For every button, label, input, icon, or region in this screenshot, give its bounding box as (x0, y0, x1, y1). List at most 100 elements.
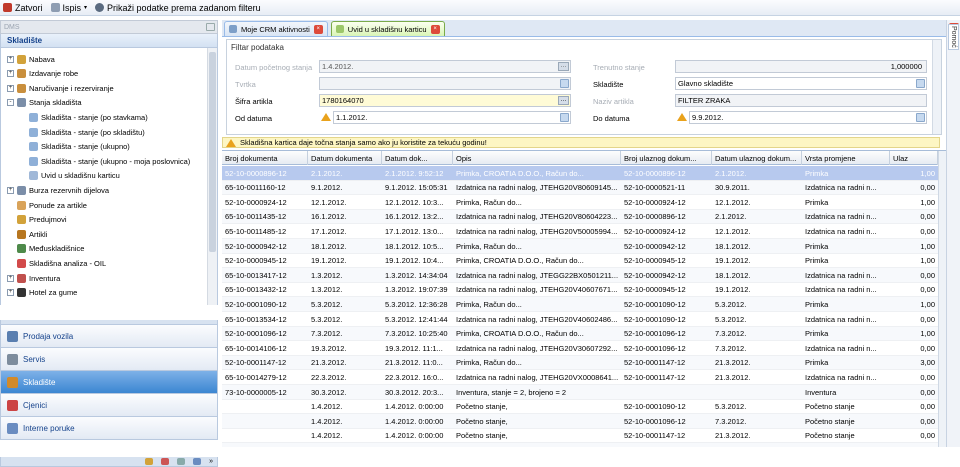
calendar-dropdown-icon[interactable] (560, 113, 569, 122)
nav-button[interactable]: Cjenici (0, 394, 218, 417)
column-header[interactable]: Opis (453, 151, 621, 165)
column-header[interactable]: Broj dokumenta (222, 151, 308, 165)
table-row[interactable]: 65-10-0011485-12 17.1.2012. 17.1.2012. 13:… (222, 224, 938, 239)
tab[interactable]: Uvid u skladišnu karticu × (330, 21, 445, 36)
table-cell: Izdatnica na radni n... (805, 226, 877, 236)
chevron-right-icon[interactable]: » (209, 458, 213, 465)
folder-icon[interactable] (145, 458, 154, 465)
lookup-button[interactable]: … (558, 96, 569, 105)
table-row[interactable]: 1.4.2012.1.4.2012. 0:00:00Početno stanje… (222, 429, 938, 444)
tree-item[interactable]: Predujmovi (7, 213, 67, 227)
tree-item[interactable]: Artikli (7, 227, 47, 241)
tree-item[interactable]: + Naručivanje i rezerviranje (7, 81, 114, 95)
table-row[interactable]: 52-10-0000942-12 18.1.2012. 18.1.2012. 10:… (222, 239, 938, 254)
table-row[interactable]: 52-10-0000924-12 12.1.2012. 12.1.2012. 10:… (222, 195, 938, 210)
help-tab[interactable]: Pomoć (948, 24, 959, 50)
sifra-artikla-input[interactable]: 1780164070 … (319, 94, 571, 107)
tree-item[interactable]: Ponude za artikle (7, 198, 87, 212)
table-cell: 18.1.2012. (311, 241, 347, 251)
print-button[interactable]: Ispis ▾ (50, 3, 87, 13)
table-cell: 1.4.2012. (311, 416, 343, 426)
table-row[interactable]: 65-10-0014279-12 22.3.2012. 22.3.2012. 16:… (222, 370, 938, 385)
table-row[interactable]: 65-10-0013417-12 1.3.2012. 1.3.2012. 14:34… (222, 268, 938, 283)
tree-item[interactable]: + Inventura (7, 271, 60, 285)
table-row[interactable]: 1.4.2012.1.4.2012. 0:00:00Početno stanje… (222, 400, 938, 415)
nav-button[interactable]: Servis (0, 348, 218, 371)
expand-icon[interactable]: + (7, 70, 14, 78)
close-button[interactable]: Zatvori (3, 3, 43, 13)
table-row[interactable]: 65-10-0011435-12 16.1.2012. 16.1.2012. 13:… (222, 209, 938, 225)
table-row[interactable]: 52-10-0001147-12 21.3.2012. 21.3.2012. 11:… (222, 355, 938, 371)
chevron-down-icon[interactable] (916, 79, 925, 88)
table-row[interactable]: 65-10-0013432-12 1.3.2012. 1.3.2012. 19:07… (222, 283, 938, 298)
tree-item[interactable]: + Izdavanje robe (7, 67, 78, 81)
tree-item[interactable]: Uvid u skladišnu karticu (29, 169, 120, 183)
column-header[interactable]: Datum dok... (382, 151, 453, 165)
pin-icon[interactable] (206, 23, 215, 31)
table-cell: 5.3.2012. 12:36:28 (385, 299, 448, 309)
report-icon[interactable] (177, 458, 186, 465)
ellipsis-button[interactable]: … (558, 62, 569, 71)
od-datuma-input[interactable]: 1.1.2012. (333, 111, 571, 124)
folder-icon (17, 215, 26, 225)
column-header[interactable]: Datum dokumenta (308, 151, 382, 165)
tree-item[interactable]: Međuskladišnice (7, 242, 84, 256)
table-row[interactable]: 52-10-0001090-12 5.3.2012. 5.3.2012. 12:36… (222, 297, 938, 312)
column-header[interactable]: Datum ulaznog dokum... (712, 151, 802, 165)
tree-item[interactable]: Skladišna analiza - OIL (7, 256, 106, 270)
expand-icon[interactable]: + (7, 186, 14, 194)
do-datuma-input[interactable]: 9.9.2012. (689, 111, 927, 124)
skladiste-select[interactable]: Glavno skladište (675, 77, 927, 90)
table-row[interactable]: 52-10-0001096-12 7.3.2012. 7.3.2012. 10:25… (222, 326, 938, 342)
tree-item[interactable]: Skladišta - stanje (po skladištu) (29, 125, 145, 139)
mail-icon[interactable] (193, 458, 202, 465)
table-cell: 21.3.2012. (311, 358, 347, 368)
expand-icon[interactable]: + (7, 84, 14, 92)
expand-icon[interactable]: + (7, 274, 14, 282)
table-cell: 1,00 (920, 168, 935, 178)
collapse-icon[interactable]: - (7, 99, 14, 107)
nav-button[interactable]: Prodaja vozila (0, 325, 218, 348)
nav-button[interactable]: Interne poruke (0, 417, 218, 440)
table-cell: Primka (805, 299, 829, 309)
close-icon[interactable]: × (313, 24, 323, 34)
scrollbar-thumb[interactable] (209, 52, 216, 252)
table-row[interactable]: 73-10-0000005-12 30.3.2012. 30.3.2012. 20:… (222, 385, 938, 400)
table-row[interactable]: 52-10-0000896-12 2.1.2012. 2.1.2012. 9:52:… (222, 166, 938, 181)
trenutno-stanje-value: 1,000000 (890, 62, 922, 71)
report-icon (29, 142, 38, 152)
calendar-dropdown-icon[interactable] (916, 113, 925, 122)
chevron-down-icon[interactable] (560, 79, 569, 88)
grid-scrollbar[interactable] (938, 151, 946, 447)
nav-button[interactable]: Skladište (0, 371, 218, 394)
heart-icon[interactable] (161, 458, 170, 465)
table-cell: 26.9.2011. (712, 443, 802, 447)
tree-item[interactable]: + Burza rezervnih dijelova (7, 183, 109, 197)
tree-item[interactable]: Skladišta - stanje (po stavkama) (29, 110, 148, 124)
table-row[interactable]: 1.4.2012.1.4.2012. 0:00:00Početno stanje… (222, 414, 938, 429)
tree-item[interactable]: Skladišta - stanje (ukupno - moja poslov… (29, 154, 190, 168)
tree-item[interactable]: + Nabava (7, 52, 55, 66)
filter-scrollbar[interactable] (932, 40, 941, 134)
show-data-button[interactable]: Prikaži podatke prema zadanom filteru (95, 3, 261, 13)
table-row[interactable]: 65-10-0011160-12 9.1.2012. 9.1.2012. 15:05… (222, 180, 938, 196)
tree-item[interactable]: Skladišta - stanje (ukupno) (29, 140, 130, 154)
tree-item[interactable]: + Hotel za gume (7, 286, 77, 300)
tree-item[interactable]: - Stanja skladišta (7, 96, 82, 110)
datum-pocetnog-stanja-field[interactable]: 1.4.2012. … (319, 60, 571, 73)
table-cell: 1.3.2012. 14:34:04 (385, 270, 448, 280)
table-row[interactable]: 1.4.2012.1.4.2012. 0:00:00Početno stanje… (222, 443, 938, 447)
column-header[interactable]: Broj ulaznog dokum... (621, 151, 712, 165)
parts-icon (17, 229, 26, 239)
column-header[interactable]: Ulaz (890, 151, 938, 165)
tab[interactable]: Moje CRM aktivnosti × (224, 21, 328, 36)
expand-icon[interactable]: + (7, 289, 14, 297)
close-icon[interactable]: × (430, 24, 440, 34)
column-header[interactable]: Vrsta promjene (802, 151, 890, 165)
table-row[interactable]: 65-10-0014106-12 19.3.2012. 19.3.2012. 11:… (222, 341, 938, 356)
expand-icon[interactable]: + (7, 55, 14, 63)
table-row[interactable]: 52-10-0000945-12 19.1.2012. 19.1.2012. 10:… (222, 254, 938, 269)
table-row[interactable]: 65-10-0013534-12 5.3.2012. 5.3.2012. 12:41… (222, 312, 938, 327)
tvrtka-select[interactable] (319, 77, 571, 90)
tree-scrollbar[interactable] (207, 48, 217, 305)
